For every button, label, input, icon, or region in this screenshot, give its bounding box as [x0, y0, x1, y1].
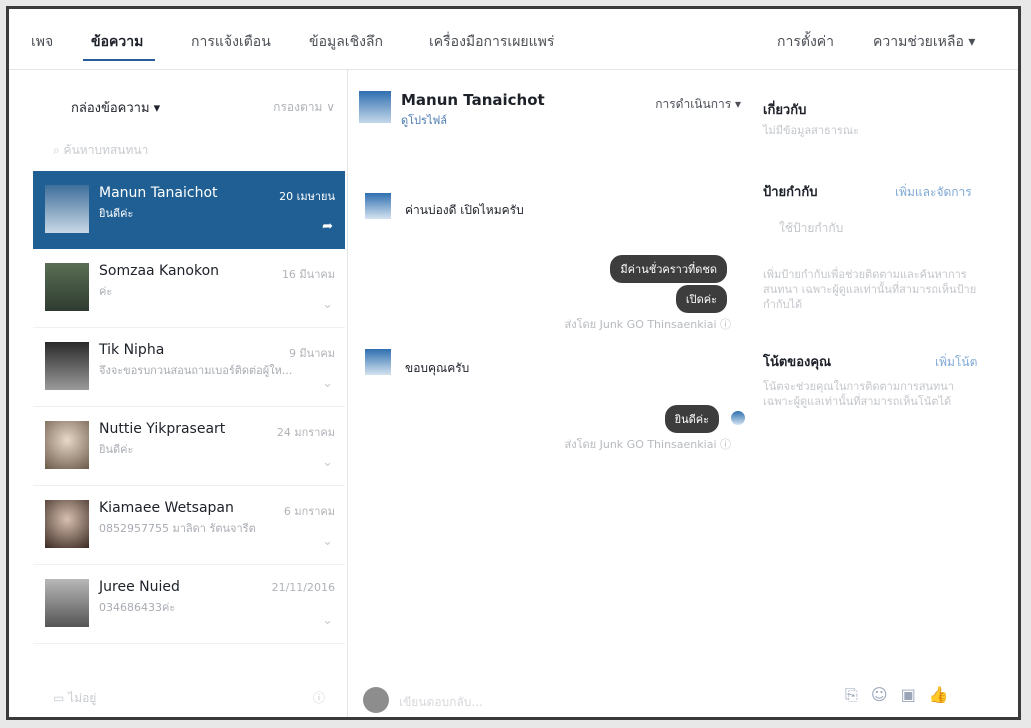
reply-icon: ⌄ — [322, 613, 333, 628]
conversation-snippet: ยินดีค่ะ — [99, 207, 134, 220]
reply-icon: ⌄ — [322, 534, 333, 549]
filter-dropdown[interactable]: กรองตาม ∨ — [273, 98, 335, 117]
chat-avatar — [359, 91, 391, 123]
outgoing-message: ยินดีค่ะ — [664, 405, 719, 433]
conversation-sidebar: กล่องข้อความ ▾ กรองตาม ∨ ⌕ ค้นหาบทสนทนา … — [9, 69, 348, 717]
message-avatar — [365, 349, 391, 375]
sent-by-label: ส่งโดย Junk GO Thinsaenkiai ⓘ — [564, 318, 731, 331]
messages-window: เพจ ข้อความ การแจ้งเตือน ข้อมูลเชิงลึก เ… — [6, 6, 1021, 720]
nav-help[interactable]: ความช่วยเหลือ ▾ — [873, 31, 975, 53]
conversation-name: Manun Tanaichot — [99, 185, 218, 201]
nav-notifications[interactable]: การแจ้งเตือน — [191, 31, 271, 53]
chat-icon: ▭ — [53, 691, 69, 705]
emoji-icon[interactable]: ☺ — [871, 685, 888, 704]
reply-icon: ⌄ — [322, 376, 333, 391]
about-title: เกี่ยวกับ — [763, 103, 807, 118]
actions-dropdown[interactable]: การดำเนินการ ▾ — [655, 95, 741, 114]
avatar — [45, 263, 89, 311]
sticker-icon[interactable]: ▣ — [901, 685, 916, 704]
outgoing-message: เปิดค่ะ — [675, 285, 727, 313]
thumbs-up-icon[interactable]: 👍 — [929, 685, 949, 704]
conversation-name: Nuttie Yikpraseart — [99, 421, 226, 437]
reply-icon: ⌄ — [322, 455, 333, 470]
conversation-name: Juree Nuied — [99, 579, 180, 595]
conversation-item[interactable]: Tik Nipha จึงจะขอรบกวนสอนถามเบอร์ติดต่อผ… — [33, 328, 345, 407]
conversation-date: 21/11/2016 — [271, 581, 335, 594]
away-status-label: ไม่อยู่ — [68, 691, 97, 705]
conversation-date: 6 มกราคม — [283, 505, 335, 518]
avatar — [45, 185, 89, 233]
notes-help-text: โน้ตจะช่วยคุณในการติดตามการสนทนา เฉพาะผู… — [763, 380, 954, 408]
chat-contact-name: Manun Tanaichot — [401, 91, 545, 109]
conversation-list: Manun Tanaichot ยินดีค่ะ 20 เมษายน ➦ Som… — [33, 171, 347, 644]
sent-by-label: ส่งโดย Junk GO Thinsaenkiai ⓘ — [564, 438, 731, 451]
tags-title: ป้ายกำกับ — [763, 185, 818, 200]
view-profile-link[interactable]: ดูโปรไฟล์ — [401, 111, 447, 129]
conversation-item[interactable]: Kiamaee Wetsapan 0852957755 มาลิดา รัตนจ… — [33, 486, 345, 565]
away-status-toggle[interactable]: ▭ ไม่อยู่ — [53, 689, 96, 708]
message-avatar — [365, 193, 391, 219]
about-text: ไม่มีข้อมูลสาธารณะ — [763, 124, 859, 137]
conversation-snippet: ค่ะ — [99, 285, 113, 298]
outgoing-message: มีค่านชั่วคราวที่ดชด — [610, 255, 727, 283]
seen-avatar — [731, 411, 745, 425]
nav-insights[interactable]: ข้อมูลเชิงลึก — [309, 31, 383, 53]
notes-title: โน้ตของคุณ — [763, 355, 832, 370]
search-placeholder: ค้นหาบทสนทนา — [63, 143, 149, 157]
incoming-message: ค่านบ่องดี เปิดไหมครับ — [405, 203, 524, 217]
conversation-snippet: จึงจะขอรบกวนสอนถามเบอร์ติดต่อผู้ให... — [99, 364, 293, 377]
conversation-item[interactable]: Somzaa Kanokon ค่ะ 16 มีนาคม ⌄ — [33, 249, 345, 328]
nav-settings[interactable]: การตั้งค่า — [777, 31, 834, 53]
tags-help-text: เพิ่มป้ายกำกับเพื่อช่วยติดตามและค้นหาการ… — [763, 268, 977, 311]
conversation-date: 24 มกราคม — [276, 426, 335, 439]
reply-input[interactable]: เขียนตอบกลับ... — [399, 693, 483, 712]
paperclip-icon[interactable]: ⎘ — [845, 685, 858, 704]
avatar — [45, 500, 89, 548]
info-panel: เกี่ยวกับ ไม่มีข้อมูลสาธารณะ ป้ายกำกับ เ… — [745, 69, 1015, 717]
composer-tools: ⎘ ☺ ▣ 👍 — [845, 685, 957, 705]
conversation-name: Tik Nipha — [99, 342, 165, 358]
conversation-item[interactable]: Manun Tanaichot ยินดีค่ะ 20 เมษายน ➦ — [33, 171, 345, 249]
avatar — [45, 421, 89, 469]
avatar — [45, 342, 89, 390]
reply-icon: ⌄ — [322, 297, 333, 312]
add-manage-tags-link[interactable]: เพิ่มและจัดการ — [895, 183, 972, 202]
conversation-date: 16 มีนาคม — [281, 268, 335, 281]
reply-icon: ➦ — [322, 219, 333, 234]
conversation-item[interactable]: Juree Nuied 034686433ค่ะ 21/11/2016 ⌄ — [33, 565, 345, 644]
add-note-link[interactable]: เพิ่มโน้ต — [935, 353, 977, 372]
nav-page[interactable]: เพจ — [31, 31, 53, 53]
avatar — [45, 579, 89, 627]
nav-messages[interactable]: ข้อความ — [91, 31, 143, 53]
message-composer[interactable]: เขียนตอบกลับ... — [355, 685, 743, 715]
incoming-message: ขอบคุณครับ — [405, 361, 470, 375]
conversation-name: Kiamaee Wetsapan — [99, 500, 234, 516]
inbox-dropdown[interactable]: กล่องข้อความ ▾ — [71, 97, 160, 118]
chat-panel: Manun Tanaichot ดูโปรไฟล์ การดำเนินการ ▾… — [347, 69, 745, 717]
search-icon: ⌕ — [53, 143, 64, 157]
conversation-snippet: 0852957755 มาลิดา รัตนจารีต — [99, 522, 256, 535]
nav-publishing-tools[interactable]: เครื่องมือการเผยแพร่ — [429, 31, 554, 53]
page-avatar — [363, 687, 389, 713]
active-tab-underline — [83, 59, 155, 61]
conversation-date: 9 มีนาคม — [288, 347, 335, 360]
info-icon[interactable]: ⓘ — [313, 689, 325, 706]
search-input[interactable]: ⌕ ค้นหาบทสนทนา — [53, 141, 148, 160]
conversation-item[interactable]: Nuttie Yikpraseart ยินดีค่ะ 24 มกราคม ⌄ — [33, 407, 345, 486]
conversation-snippet: ยินดีค่ะ — [99, 443, 134, 456]
conversation-date: 20 เมษายน — [279, 190, 335, 203]
conversation-name: Somzaa Kanokon — [99, 263, 220, 279]
tag-input[interactable]: ใช้ป้ายกำกับ — [779, 221, 843, 236]
top-navigation: เพจ ข้อความ การแจ้งเตือน ข้อมูลเชิงลึก เ… — [9, 9, 1018, 70]
conversation-snippet: 034686433ค่ะ — [99, 601, 176, 614]
